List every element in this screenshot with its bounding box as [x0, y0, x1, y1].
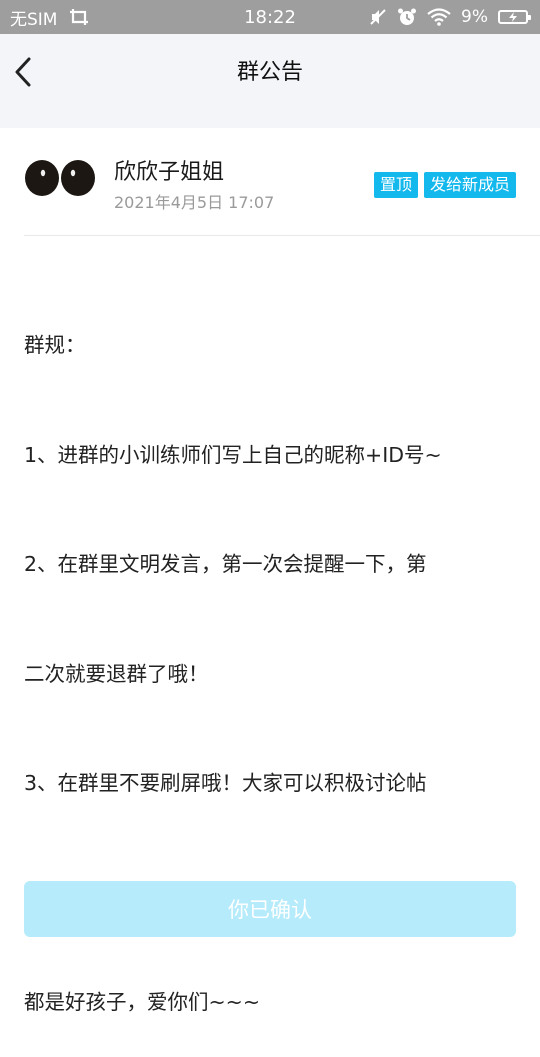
status-right: 9%	[369, 0, 531, 34]
author-name[interactable]: 欣欣子姐姐	[114, 154, 224, 186]
announcement-line: 群规：	[24, 333, 86, 357]
pin-tag[interactable]: 置顶	[373, 172, 418, 198]
divider	[24, 235, 540, 236]
tag-group: 置顶 发给新成员	[373, 172, 516, 198]
alarm-icon	[397, 7, 417, 27]
nav-bar: 群公告	[0, 34, 540, 128]
confirm-button[interactable]: 你已确认	[24, 881, 516, 937]
battery-percent: 9%	[461, 7, 488, 27]
battery-icon	[498, 10, 531, 24]
status-bar: 无SIM 18:22 9%	[0, 0, 540, 34]
announcement-line: 2、在群里文明发言，第一次会提醒一下，第	[24, 552, 427, 576]
announcement-line: 二次就要退群了哦！	[24, 661, 209, 686]
send-to-new-members-tag[interactable]: 发给新成员	[423, 172, 516, 198]
announcement-line: 1、进群的小训练师们写上自己的昵称+ID号~	[24, 442, 442, 467]
author-row: 欣欣子姐姐 2021年4月5日 17:07 置顶 发给新成员	[0, 128, 540, 235]
avatar[interactable]	[24, 156, 96, 200]
announcement-line: 都是好孩子，爱你们~~~	[24, 990, 261, 1014]
page-title: 群公告	[236, 60, 303, 85]
announcement-line: 3、在群里不要刷屏哦！大家可以积极讨论帖	[24, 771, 427, 795]
mute-icon	[369, 8, 387, 26]
post-timestamp: 2021年4月5日 17:07	[114, 193, 275, 212]
wifi-icon	[427, 8, 451, 26]
